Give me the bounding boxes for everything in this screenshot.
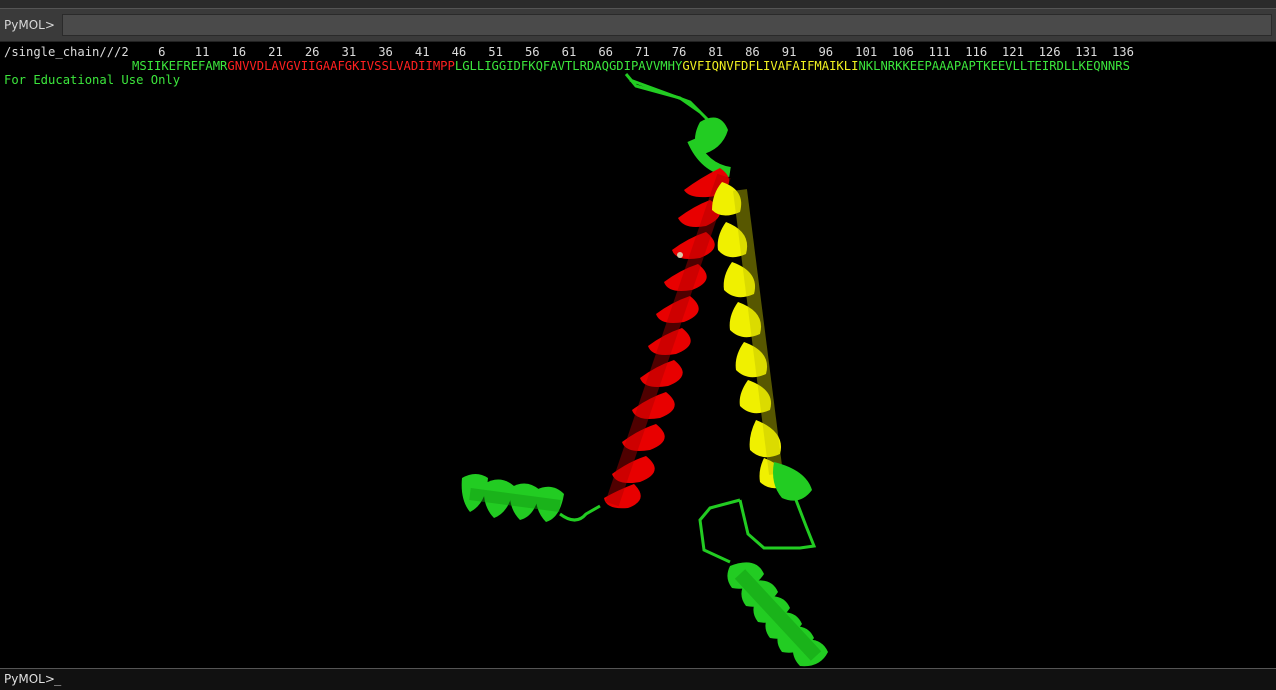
helix-right-green <box>773 462 812 501</box>
command-prompt-label: PyMOL> <box>4 18 55 32</box>
helix-red <box>604 168 731 509</box>
molecular-viewer[interactable]: /single_chain///2 6 11 16 21 26 31 36 41… <box>2 42 1274 668</box>
window-top-strip <box>0 0 1276 9</box>
helix-left-green <box>461 474 564 522</box>
text-cursor: _ <box>54 672 62 686</box>
command-prompt-label-bottom: PyMOL> <box>4 672 55 686</box>
command-bar-top: PyMOL> <box>0 9 1276 42</box>
protein-cartoon[interactable] <box>2 42 1274 668</box>
helix-yellow <box>712 182 787 489</box>
command-input[interactable] <box>62 14 1272 36</box>
helix-bottom-green <box>727 562 828 667</box>
command-bar-bottom[interactable]: PyMOL> _ <box>0 668 1276 690</box>
atom-marker <box>677 252 683 258</box>
